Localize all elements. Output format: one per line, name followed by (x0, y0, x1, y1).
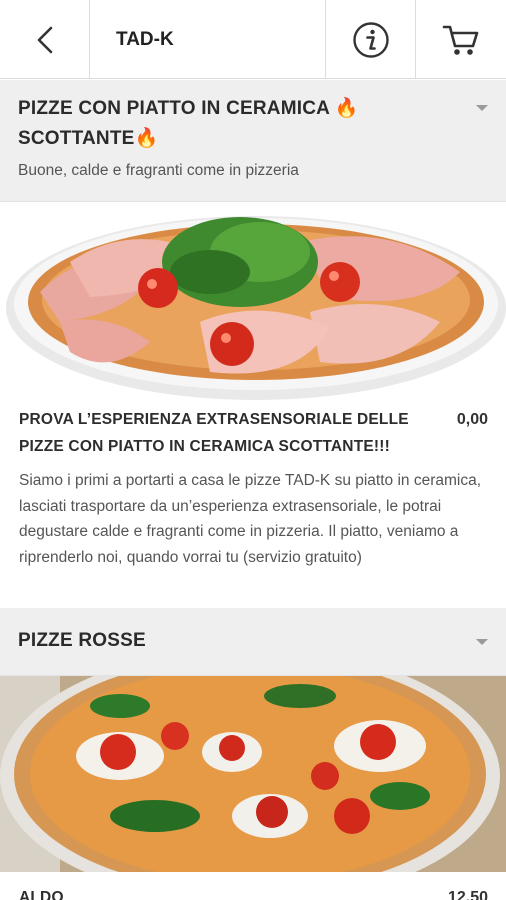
top-bar: TAD-K (0, 0, 506, 79)
item-price: 0,00 (456, 411, 488, 428)
item-description: Siamo i primi a portarti a casa le pizze… (19, 472, 482, 566)
section-title: PIZZE CON PIATTO IN CERAMICA 🔥 SCOTTANTE… (18, 98, 359, 149)
item-price: 12,50 (447, 889, 488, 900)
back-button[interactable] (0, 0, 90, 79)
info-icon (352, 21, 389, 58)
item-name: PROVA L’ESPERIENZA EXTRASENSORIALE DELLE… (19, 411, 409, 455)
menu-item[interactable]: ALDO 12,50 (0, 884, 506, 900)
cart-icon (442, 25, 479, 55)
info-button[interactable] (326, 0, 416, 79)
chevron-down-icon (476, 105, 488, 111)
menu-item[interactable]: PROVA L’ESPERIENZA EXTRASENSORIALE DELLE… (0, 406, 506, 570)
section-header[interactable]: PIZZE CON PIATTO IN CERAMICA 🔥 SCOTTANTE… (0, 80, 506, 202)
app-title: TAD-K (90, 0, 326, 79)
section-title: PIZZE ROSSE (18, 630, 146, 651)
chevron-down-icon (476, 639, 488, 645)
item-name: ALDO (19, 889, 64, 900)
section-header[interactable]: PIZZE ROSSE (0, 608, 506, 676)
chevron-left-icon (37, 26, 52, 53)
cart-button[interactable] (416, 0, 506, 79)
pizza-image (0, 676, 506, 872)
pizza-image (0, 202, 506, 400)
section-subtitle: Buone, calde e fragranti come in pizzeri… (18, 162, 299, 179)
